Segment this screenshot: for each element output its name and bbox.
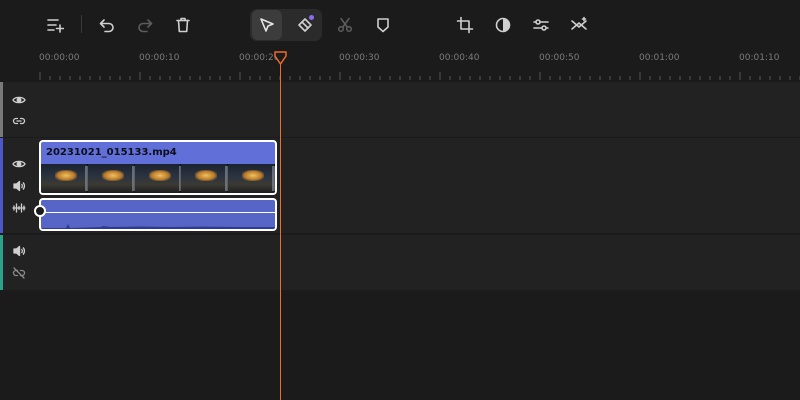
audio-waveform (41, 224, 275, 229)
thumbnail-light (55, 170, 77, 181)
ruler-label: 00:00:50 (539, 53, 580, 63)
audio-wave-icon (12, 203, 26, 213)
sliders-icon (533, 19, 549, 31)
audio-track[interactable] (0, 235, 800, 290)
thumbnail-light (195, 170, 218, 181)
adjust-button[interactable] (526, 10, 556, 40)
track-visibility-toggle[interactable] (11, 92, 27, 108)
video-clip[interactable]: 20231021_015133.mp4 (39, 140, 277, 195)
clip-thumbnails (41, 164, 275, 193)
cursor-arrow-icon (260, 18, 274, 32)
split-button[interactable] (330, 10, 360, 40)
magic-link-icon (571, 16, 587, 30)
clip-thumbnail (87, 164, 136, 193)
track-mute-toggle[interactable] (11, 178, 27, 194)
link-off-icon (12, 267, 26, 279)
time-ruler[interactable]: 00:00:00 00:00:10 00:00:20 00:00:30 00:0… (0, 50, 800, 80)
toolbar-separator (81, 15, 82, 33)
track-link-toggle[interactable] (11, 113, 27, 129)
timeline-toolbar (0, 0, 800, 50)
clip-thumbnail (134, 164, 183, 193)
playhead-line[interactable] (280, 60, 281, 400)
ruler-ticks (39, 72, 800, 80)
clip-thumbnail (181, 164, 230, 193)
speaker-icon (13, 245, 26, 257)
add-track-button[interactable] (40, 10, 70, 40)
contrast-icon (495, 17, 511, 33)
eye-icon (12, 160, 26, 168)
crop-button[interactable] (450, 10, 480, 40)
thumbnail-light (101, 170, 124, 181)
track-color-bar (0, 82, 3, 137)
thumbnail-post (272, 166, 275, 191)
track-visibility-toggle[interactable] (11, 156, 27, 172)
trash-icon (176, 17, 190, 33)
redo-icon (138, 19, 153, 33)
ruler-label: 00:01:10 (739, 53, 780, 63)
delete-button[interactable] (168, 10, 198, 40)
clip-thumbnail (41, 164, 89, 193)
eye-icon (12, 96, 26, 104)
speaker-icon (13, 180, 26, 192)
ruler-label: 00:00:00 (39, 53, 80, 63)
volume-line[interactable] (41, 212, 275, 213)
track-link-toggle[interactable] (11, 265, 27, 281)
ruler-label: 00:00:30 (339, 53, 380, 63)
ruler-label: 00:00:40 (439, 53, 480, 63)
thumbnail-light (242, 170, 265, 181)
undo-button[interactable] (92, 10, 122, 40)
crop-icon (456, 16, 474, 34)
playhead-handle[interactable] (274, 51, 287, 66)
scissors-icon (337, 17, 353, 33)
clip-thumbnail (228, 164, 275, 193)
blade-tool-button[interactable] (290, 10, 320, 40)
undo-icon (99, 19, 114, 33)
track-color-bar (0, 235, 3, 290)
ruler-label: 00:01:00 (639, 53, 680, 63)
track-mute-toggle[interactable] (11, 243, 27, 259)
color-button[interactable] (488, 10, 518, 40)
shield-marker-icon (377, 18, 389, 33)
redo-button[interactable] (130, 10, 160, 40)
link-icon (12, 117, 26, 125)
clip-filename: 20231021_015133.mp4 (46, 147, 177, 158)
new-feature-dot (309, 15, 314, 20)
keyframe-handle[interactable] (34, 205, 46, 217)
track-color-bar (0, 138, 3, 233)
ai-effects-button[interactable] (564, 10, 594, 40)
thumbnail-light (148, 170, 171, 181)
overlay-track[interactable] (0, 82, 800, 137)
audio-clip[interactable] (39, 198, 277, 231)
add-track-icon (47, 19, 64, 33)
ruler-label: 00:00:10 (139, 53, 180, 63)
track-audio-effect-toggle[interactable] (11, 200, 27, 216)
marker-button[interactable] (368, 10, 398, 40)
select-tool-button[interactable] (252, 10, 282, 40)
